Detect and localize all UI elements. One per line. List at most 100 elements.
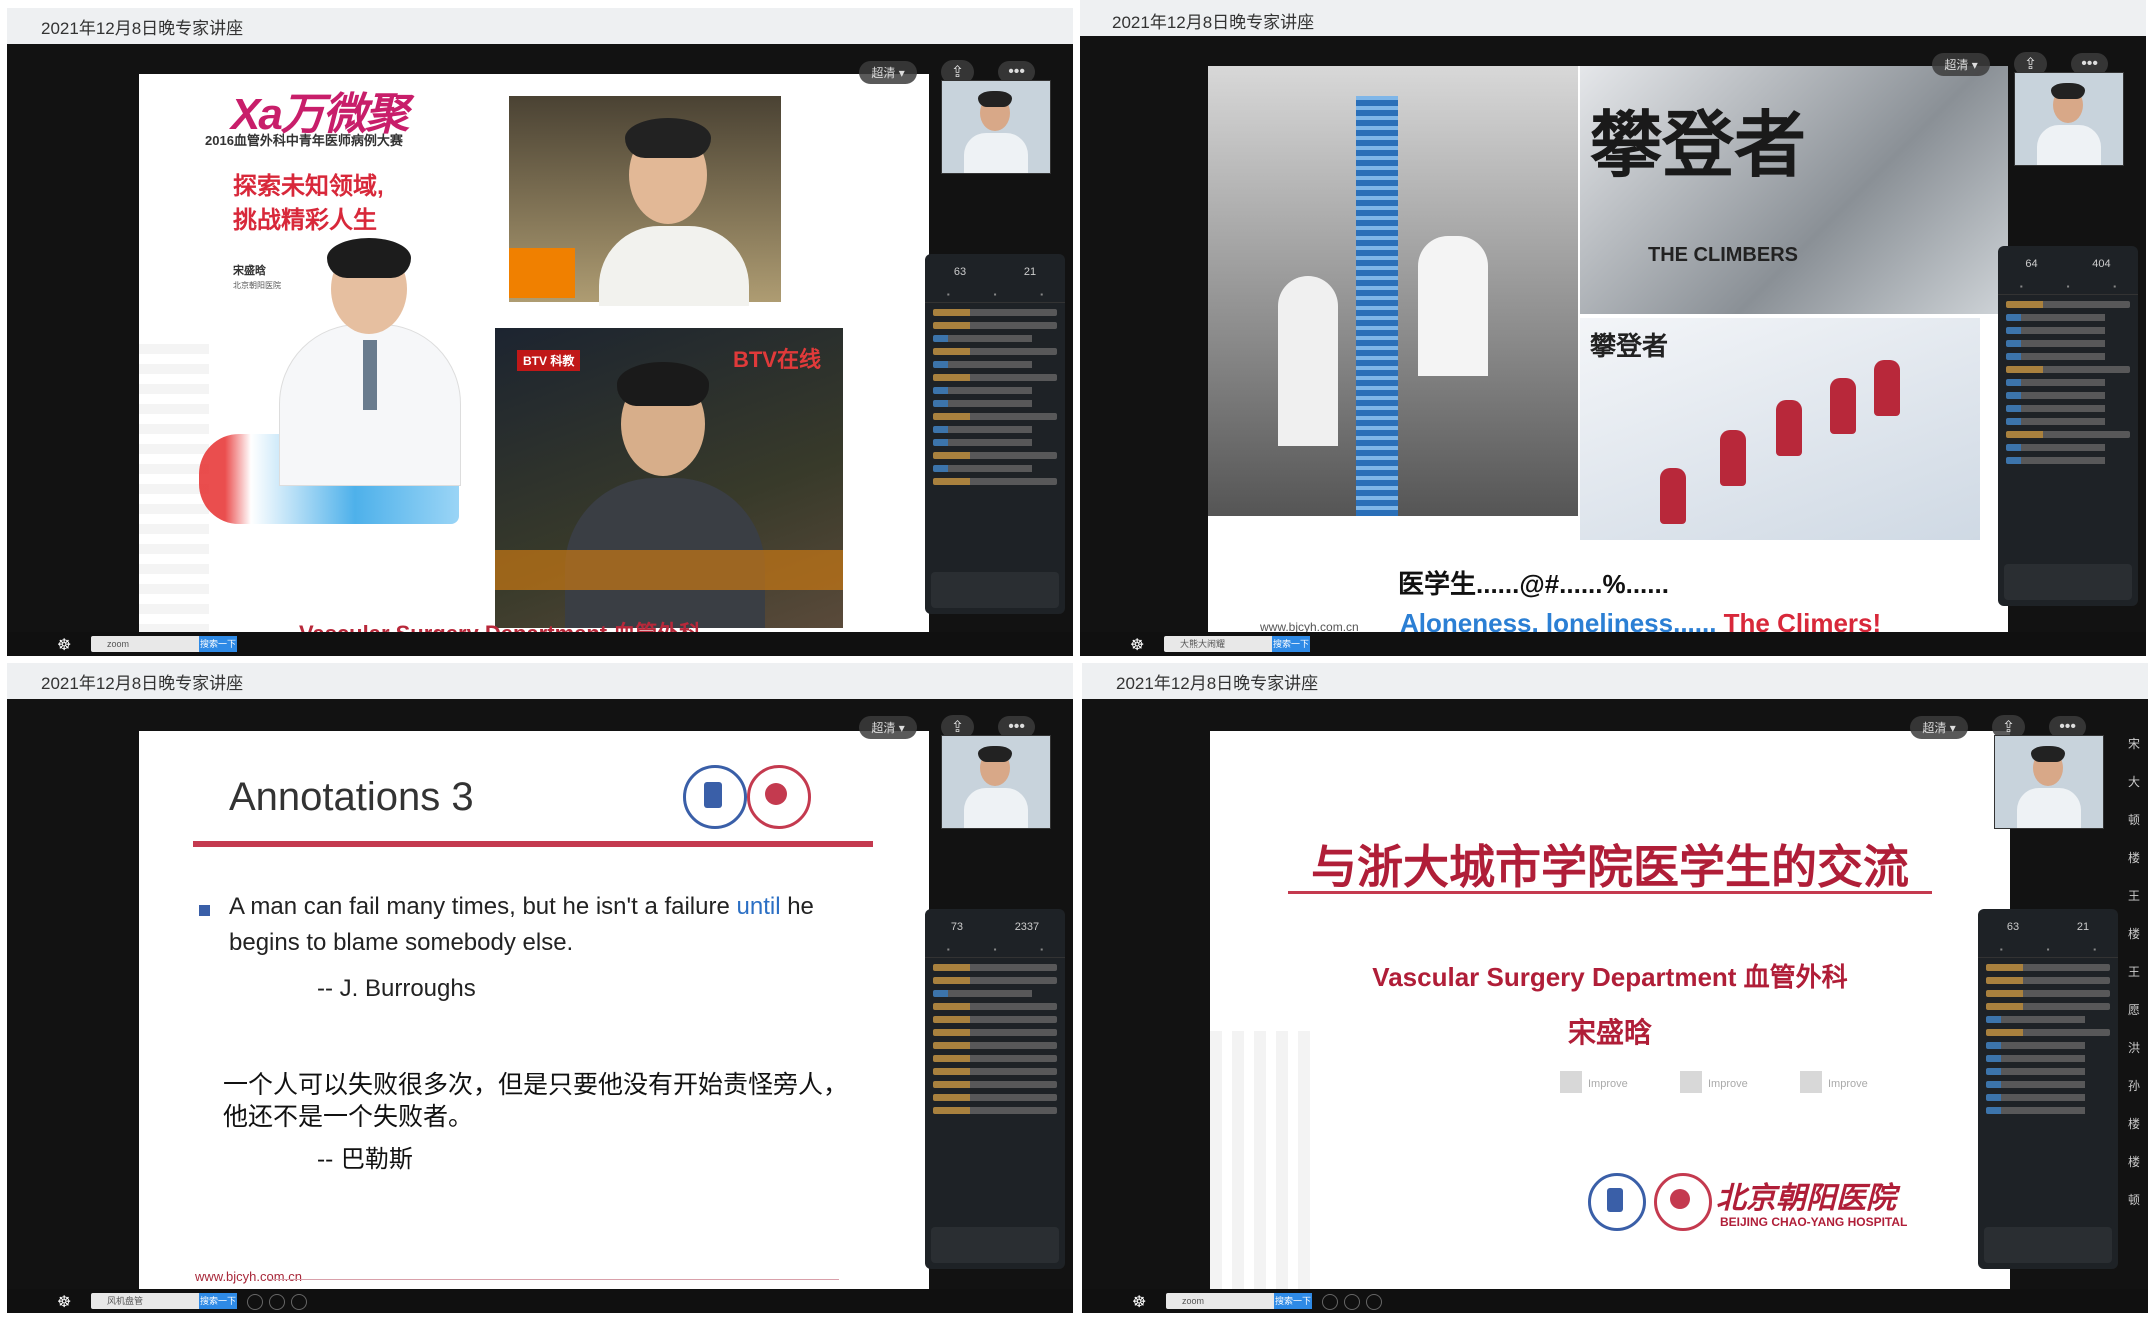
taskbar-search-button[interactable]: 搜索一下 — [199, 636, 237, 652]
slide-url: www.bjcyh.com.cn — [195, 1269, 302, 1284]
start-icon[interactable]: ☸ — [57, 635, 71, 655]
video-screen[interactable]: 超清 ▾ ⇪ ••• Xa万微聚 2016血管外科中青年医师病例大赛 探索未知领… — [7, 44, 1073, 656]
chat-notice — [2004, 564, 2132, 600]
taskbar-search[interactable]: zoom — [1166, 1293, 1286, 1309]
video-screen[interactable]: 超清 ▾ ⇪ ••• 与浙大城市学院医学生的交流 Vascular Surger… — [1082, 699, 2148, 1313]
btv-online-logo: BTV在线 — [732, 347, 821, 372]
dorm-photo — [1208, 66, 1578, 516]
viewer-count: 73 — [950, 921, 964, 933]
slogan-line2: 挑战精彩人生 — [233, 207, 377, 234]
taskbar-search-button[interactable]: 搜索一下 — [199, 1293, 237, 1309]
panel-caption: 2021年12月8日晚专家讲座 — [1116, 674, 1319, 693]
taskbar-search-button[interactable]: 搜索一下 — [1274, 1293, 1312, 1309]
panel-caption: 2021年12月8日晚专家讲座 — [41, 674, 244, 693]
climbers-photo: 攀登者 — [1580, 318, 1980, 540]
taskbar-search-button[interactable]: 搜索一下 — [1272, 636, 1310, 652]
title-bar — [193, 841, 873, 847]
chat-sidebar[interactable]: 73 2337 ▪ ▪ ▪ — [925, 909, 1065, 1269]
pixel-decoration — [1210, 1031, 1320, 1291]
side-char: 顿 — [2127, 1193, 2140, 1207]
doctor-portrait — [279, 238, 461, 486]
viewer-count: 63 — [953, 266, 967, 278]
taskbar-search[interactable]: 大熊大闹耀 — [1164, 636, 1284, 652]
quality-selector[interactable]: 超清 ▾ — [859, 60, 917, 84]
chat-sidebar[interactable]: 63 21 ▪ ▪ ▪ — [1978, 909, 2118, 1269]
speaker-name: 宋盛晗 — [233, 265, 266, 277]
university-emblem-icon — [1588, 1173, 1646, 1231]
poster-title: 攀登者 — [1590, 102, 1807, 187]
presentation-slide: 与浙大城市学院医学生的交流 Vascular Surgery Departmen… — [1210, 731, 2010, 1309]
department: Vascular Surgery Department 血管外科 — [1372, 962, 1848, 992]
side-name-strip: 宋 大 顿 楼 王 楼 王 愿 洪 孙 楼 楼 顿 — [2126, 725, 2142, 1219]
webcam-thumbnail[interactable] — [941, 735, 1051, 829]
quality-selector[interactable]: 超清 ▾ — [859, 715, 917, 739]
chat-notice — [931, 572, 1059, 608]
start-icon[interactable]: ☸ — [1132, 1292, 1146, 1312]
start-icon[interactable]: ☸ — [57, 1292, 71, 1312]
chat-sidebar[interactable]: 63 21 ▪ ▪ ▪ — [925, 254, 1065, 614]
tv-lower-third — [495, 550, 843, 590]
footer-line — [269, 1279, 839, 1280]
presentation-slide: Xa万微聚 2016血管外科中青年医师病例大赛 探索未知领域, 挑战精彩人生 宋… — [139, 74, 929, 652]
side-char: 洪 — [2127, 1041, 2140, 1055]
university-emblem-icon — [683, 765, 747, 829]
hospital-name-en: BEIJING CHAO-YANG HOSPITAL — [1720, 1215, 1908, 1229]
side-char: 大 — [2127, 775, 2140, 789]
webcam-thumbnail[interactable] — [1994, 735, 2104, 829]
taskbar-circle-icon[interactable] — [1366, 1294, 1382, 1310]
presentation-slide: 攀登者 THE CLIMBERS 攀登者 医学生......@#......%.… — [1208, 66, 2008, 644]
hospital-name-cn: 北京朝阳医院 — [1716, 1181, 1896, 1216]
start-icon[interactable]: ☸ — [1130, 635, 1144, 655]
presentation-slide: Annotations 3 A man can fail many times,… — [139, 731, 929, 1309]
title-underline — [1288, 891, 1932, 894]
hospital-emblem-icon — [1654, 1173, 1712, 1231]
side-char: 楼 — [2127, 1155, 2140, 1169]
competition-name: 2016血管外科中青年医师病例大赛 — [205, 133, 403, 148]
webcam-thumbnail[interactable] — [2014, 72, 2124, 166]
video-screen[interactable]: 超清 ▾ ⇪ ••• Annotations 3 A man can fail … — [7, 699, 1073, 1313]
slide-title: 与浙大城市学院医学生的交流 — [1311, 841, 1909, 893]
side-char: 宋 — [2127, 737, 2140, 751]
btv-badge: BTV 科教 — [517, 350, 581, 371]
taskbar-circle-icon[interactable] — [247, 1294, 263, 1310]
taskbar-search[interactable]: 风机盘管 — [91, 1293, 211, 1309]
taskbar: ☸ 风机盘管 搜索一下 — [7, 1289, 1073, 1313]
speaker-hospital: 北京朝阳医院 — [233, 281, 281, 290]
taskbar-search[interactable]: zoom — [91, 636, 211, 652]
like-count: 2337 — [1014, 921, 1040, 933]
taskbar-circle-icon[interactable] — [291, 1294, 307, 1310]
like-count: 21 — [2076, 921, 2090, 933]
viewer-count: 64 — [2025, 258, 2038, 270]
author-cn: -- 巴勒斯 — [317, 1145, 413, 1173]
speaker-name: 宋盛晗 — [1567, 1017, 1652, 1048]
slogan-line1: 探索未知领域, — [233, 173, 384, 200]
chat-sidebar[interactable]: 64 404 ▪ ▪ ▪ — [1998, 246, 2138, 606]
side-char: 愿 — [2127, 1003, 2140, 1017]
side-char: 孙 — [2127, 1079, 2140, 1093]
improve-label: Improve — [1800, 1071, 1868, 1093]
improve-label: Improve — [1680, 1071, 1748, 1093]
snow-logo: 攀登者 — [1590, 332, 1669, 362]
poster-en-title: THE CLIMBERS — [1648, 244, 1798, 266]
taskbar-circle-icon[interactable] — [1322, 1294, 1338, 1310]
taskbar-circle-icon[interactable] — [269, 1294, 285, 1310]
taskbar: ☸ 大熊大闹耀 搜索一下 — [1080, 632, 2146, 656]
hospital-emblem-icon — [747, 765, 811, 829]
slogan: 探索未知领域, 挑战精彩人生 — [233, 170, 384, 238]
quote-en-until: until — [736, 893, 781, 920]
taskbar-circle-icon[interactable] — [1344, 1294, 1360, 1310]
quality-selector[interactable]: 超清 ▾ — [1910, 715, 1968, 739]
like-count: 404 — [2092, 258, 2111, 270]
quality-selector[interactable]: 超清 ▾ — [1932, 52, 1990, 76]
video-screen[interactable]: 超清 ▾ ⇪ ••• 攀登者 THE CLIMBERS 攀登者 医学生.....… — [1080, 36, 2146, 656]
webcam-thumbnail[interactable] — [941, 80, 1051, 174]
quote-en-a: A man can fail many times, but he isn't … — [229, 893, 737, 920]
panel-caption: 2021年12月8日晚专家讲座 — [41, 19, 244, 38]
chat-notice — [931, 1227, 1059, 1263]
slide-title: Annotations 3 — [229, 775, 474, 819]
author-en: -- J. Burroughs — [317, 975, 476, 1002]
panel-bottom-right: 2021年12月8日晚专家讲座 超清 ▾ ⇪ ••• 与浙大城市学院医学生的交流… — [1082, 663, 2148, 1313]
bullet-icon — [199, 905, 210, 916]
panel-caption: 2021年12月8日晚专家讲座 — [1112, 13, 1315, 32]
viewer-count: 63 — [2006, 921, 2020, 933]
